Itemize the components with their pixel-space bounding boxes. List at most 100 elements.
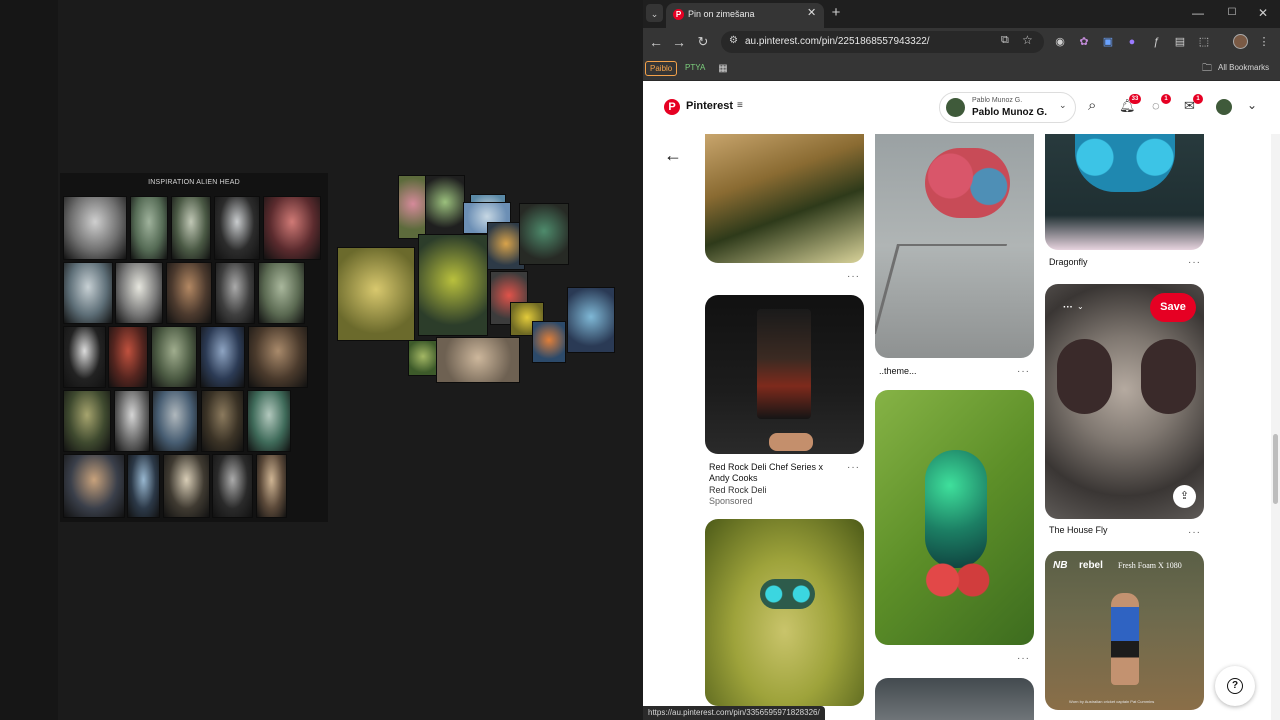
pin-more-icon[interactable]: ··· bbox=[1188, 527, 1201, 538]
search-icon[interactable]: ⌕ bbox=[1088, 97, 1096, 114]
close-tab-icon[interactable]: ✕ bbox=[807, 6, 816, 19]
board-title: INSPIRATION ALIEN HEAD bbox=[148, 179, 240, 186]
link-status-bar: https://au.pinterest.com/pin/33565959718… bbox=[643, 706, 825, 720]
bookmark-ptya[interactable]: PTYA bbox=[681, 61, 709, 76]
pin-partial[interactable] bbox=[875, 678, 1034, 720]
extension-icon[interactable]: ✿ bbox=[1077, 35, 1091, 49]
browser-toolbar: ← → ↻ ⚙ au.pinterest.com/pin/22518685579… bbox=[643, 28, 1280, 57]
damselfly-face-image bbox=[1075, 134, 1175, 192]
pin-more-icon[interactable]: ··· bbox=[1188, 257, 1201, 268]
site-info-icon[interactable]: ⚙ bbox=[729, 35, 738, 46]
extensions-puzzle-icon[interactable]: ⬚ bbox=[1197, 35, 1211, 49]
moodboard-canvas[interactable]: INSPIRATION ALIEN HEAD bbox=[0, 0, 643, 720]
pin-rebel-ad[interactable]: NB rebel Fresh Foam X 1080 Worn by Austr… bbox=[1045, 551, 1204, 710]
pinterest-logo-text[interactable]: Pinterest bbox=[686, 100, 733, 112]
account-switcher[interactable]: Pablo Munoz G. Pablo Munoz G. ⌄ bbox=[939, 92, 1076, 123]
apps-grid-icon[interactable]: ▦ bbox=[717, 62, 729, 76]
alien-head-thumbnail bbox=[248, 326, 308, 388]
user-avatar[interactable] bbox=[1216, 99, 1232, 115]
pin-more-icon[interactable]: ··· bbox=[847, 271, 860, 282]
alien-head-thumbnail bbox=[263, 196, 321, 260]
address-bar[interactable]: ⚙ au.pinterest.com/pin/2251868557943322/… bbox=[721, 31, 1044, 53]
pin-title[interactable]: ..theme... bbox=[879, 366, 917, 376]
account-avatar bbox=[946, 98, 965, 117]
pinterest-favicon-icon: P bbox=[673, 9, 684, 20]
pin-title[interactable]: Red Rock Deli Chef Series x Andy Cooks bbox=[709, 462, 834, 484]
fly-eye-left-image bbox=[1057, 339, 1112, 414]
pin-blue-damselfly[interactable] bbox=[1045, 134, 1204, 250]
alien-head-thumbnail bbox=[171, 196, 211, 260]
account-name: Pablo Munoz G. bbox=[972, 107, 1047, 118]
pin-more-icon[interactable]: ··· bbox=[1017, 653, 1030, 664]
share-icon[interactable]: ⇪ bbox=[1173, 485, 1196, 508]
insect-reference-thumbnail[interactable] bbox=[337, 247, 415, 341]
close-window-icon[interactable]: ✕ bbox=[1253, 3, 1273, 23]
help-button[interactable]: ? bbox=[1215, 666, 1255, 706]
insect-reference-thumbnail[interactable] bbox=[408, 340, 438, 376]
insect-reference-thumbnail[interactable] bbox=[436, 337, 520, 383]
profile-avatar[interactable] bbox=[1233, 34, 1248, 49]
alien-head-thumbnail bbox=[256, 454, 287, 518]
pin-green-bottle-fly[interactable] bbox=[875, 390, 1034, 645]
ad-note: Worn by Australian cricket captain Pat C… bbox=[1069, 699, 1155, 704]
alien-head-thumbnail bbox=[63, 390, 111, 452]
pin-fly-closeup[interactable] bbox=[705, 134, 864, 263]
browser-menu-icon[interactable]: ⋮ bbox=[1257, 35, 1271, 49]
scrollbar-thumb[interactable] bbox=[1273, 434, 1278, 504]
account-small-label: Pablo Munoz G. bbox=[972, 97, 1023, 104]
back-arrow-icon[interactable]: ← bbox=[664, 145, 682, 166]
updates-count-badge: 1 bbox=[1193, 94, 1203, 104]
extension-blue-icon[interactable]: ▣ bbox=[1101, 35, 1115, 49]
forward-icon[interactable]: → bbox=[670, 32, 688, 52]
pinterest-header: P Pinterest ≡ Pablo Munoz G. Pablo Munoz… bbox=[643, 81, 1280, 134]
alien-head-thumbnail bbox=[127, 454, 160, 518]
extension-purple-icon[interactable]: ● bbox=[1125, 35, 1139, 49]
back-icon[interactable]: ← bbox=[647, 32, 665, 52]
insect-reference-thumbnail[interactable] bbox=[425, 175, 465, 235]
insect-reference-thumbnail[interactable] bbox=[398, 175, 428, 239]
pin-red-rock-deli-ad[interactable] bbox=[705, 295, 864, 454]
pin-red-dragonfly[interactable] bbox=[875, 134, 1034, 358]
messages-icon[interactable]: ◌ bbox=[1152, 98, 1160, 113]
install-app-icon[interactable]: ⧉ bbox=[1001, 34, 1009, 47]
account-menu-chevron-icon[interactable]: ⌄ bbox=[1247, 98, 1257, 112]
insect-reference-thumbnail[interactable] bbox=[519, 203, 569, 265]
tab-search-button[interactable]: ⌄ bbox=[646, 4, 663, 22]
board-select-dropdown[interactable]: ··· bbox=[1063, 302, 1073, 313]
pin-title[interactable]: The House Fly bbox=[1049, 525, 1108, 535]
alien-head-thumbnail bbox=[114, 390, 150, 452]
camera-extension-icon[interactable]: ◉ bbox=[1053, 35, 1067, 49]
pin-source[interactable]: Red Rock Deli bbox=[709, 485, 767, 495]
minimize-icon[interactable]: — bbox=[1188, 3, 1208, 23]
pinterest-logo-icon[interactable]: P bbox=[664, 99, 680, 115]
chevron-down-icon: ⌄ bbox=[1059, 100, 1067, 110]
sponsored-label: Sponsored bbox=[709, 496, 753, 506]
damselfly-head-image bbox=[760, 579, 815, 609]
alien-head-thumbnail bbox=[108, 326, 148, 388]
maximize-icon[interactable]: ☐ bbox=[1222, 3, 1242, 23]
page-scrollbar[interactable] bbox=[1271, 134, 1280, 720]
all-bookmarks-link[interactable]: All Bookmarks bbox=[1214, 61, 1273, 76]
new-tab-button[interactable]: + bbox=[828, 3, 844, 23]
alien-head-thumbnail bbox=[63, 454, 125, 518]
insect-reference-thumbnail[interactable] bbox=[567, 287, 615, 353]
alien-head-board[interactable]: INSPIRATION ALIEN HEAD bbox=[60, 173, 328, 522]
pin-damselfly-leaf[interactable] bbox=[705, 519, 864, 706]
pin-more-icon[interactable]: ··· bbox=[1017, 366, 1030, 377]
bookmark-star-icon[interactable]: ☆ bbox=[1022, 33, 1033, 47]
pin-more-icon[interactable]: ··· bbox=[847, 462, 860, 473]
browser-window: ⌄ P Pin on zimešana ✕ + — ☐ ✕ ← → ↻ ⚙ au… bbox=[643, 0, 1280, 720]
pin-title[interactable]: Dragonfly bbox=[1049, 257, 1088, 267]
reload-icon[interactable]: ↻ bbox=[694, 32, 712, 52]
screenshot-extension-icon[interactable]: ▤ bbox=[1173, 35, 1187, 49]
bookmark-paiblo[interactable]: Paiblo bbox=[645, 61, 678, 76]
save-button[interactable]: Save bbox=[1150, 293, 1196, 322]
fly-eye-right-image bbox=[1141, 339, 1196, 414]
insect-reference-thumbnail[interactable] bbox=[418, 234, 488, 336]
pin-house-fly[interactable]: ··· ⌄ Save ⇪ bbox=[1045, 284, 1204, 519]
formula-extension-icon[interactable]: ƒ bbox=[1149, 35, 1163, 49]
insect-reference-thumbnail[interactable] bbox=[532, 321, 566, 363]
hamburger-icon[interactable]: ≡ bbox=[737, 100, 743, 111]
tab-pin[interactable]: P Pin on zimešana ✕ bbox=[666, 3, 824, 28]
chip-bag-image bbox=[757, 309, 811, 419]
